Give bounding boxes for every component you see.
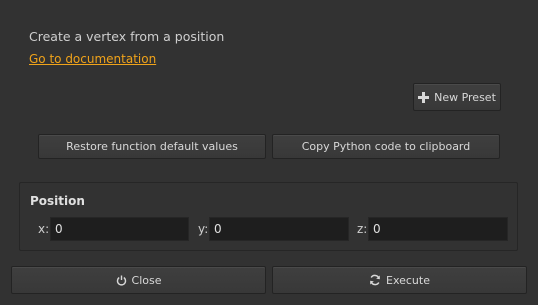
power-icon	[116, 275, 127, 286]
y-label: y:	[198, 222, 209, 236]
new-preset-label: New Preset	[434, 90, 496, 104]
new-preset-button[interactable]: New Preset	[413, 83, 501, 111]
restore-defaults-label: Restore function default values	[66, 140, 238, 153]
documentation-link[interactable]: Go to documentation	[29, 52, 156, 66]
y-field[interactable]	[209, 217, 349, 241]
plus-icon	[418, 91, 430, 103]
execute-label: Execute	[386, 273, 430, 287]
copy-python-label: Copy Python code to clipboard	[301, 140, 471, 153]
close-button[interactable]: Close	[11, 266, 266, 294]
close-label: Close	[131, 273, 162, 287]
z-label: z:	[357, 222, 368, 236]
restore-defaults-button[interactable]: Restore function default values	[38, 134, 266, 159]
execute-button[interactable]: Execute	[272, 266, 527, 294]
z-field[interactable]	[368, 217, 508, 241]
refresh-icon	[369, 274, 381, 286]
x-label: x:	[38, 222, 50, 236]
x-field[interactable]	[50, 217, 189, 241]
position-group-title: Position	[30, 194, 85, 208]
copy-python-button[interactable]: Copy Python code to clipboard	[272, 134, 500, 159]
function-description: Create a vertex from a position	[29, 29, 225, 44]
